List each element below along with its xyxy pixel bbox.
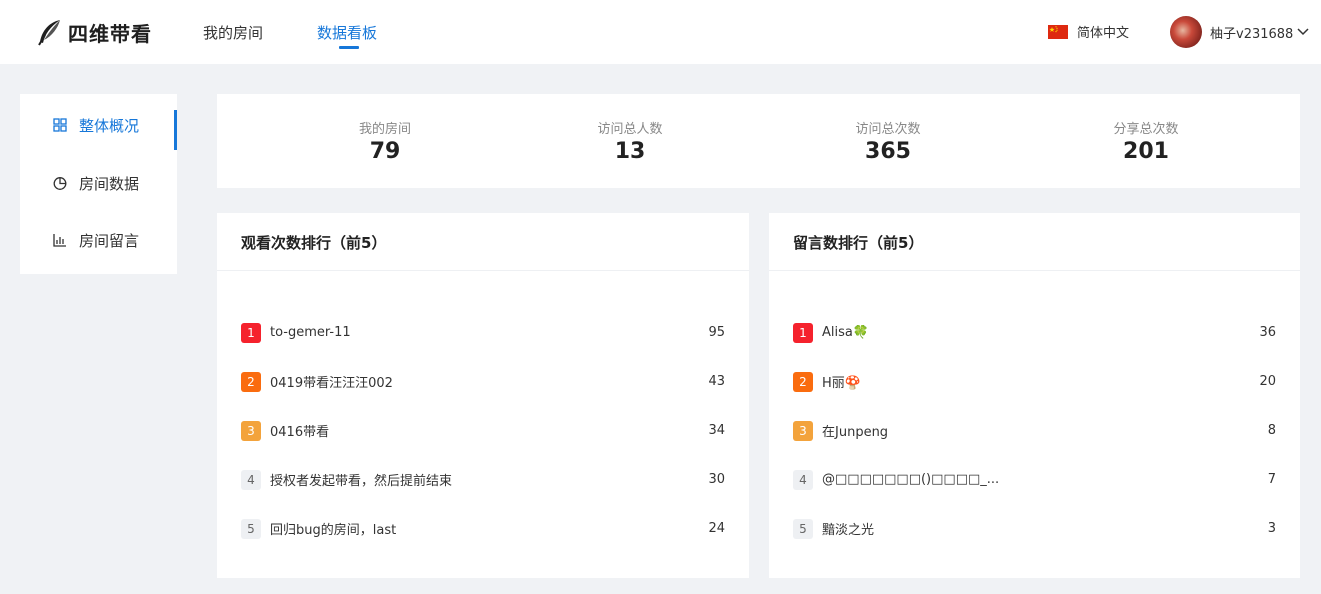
stat-my-rooms: 我的房间 79 xyxy=(305,118,465,164)
rank-badge: 3 xyxy=(793,420,813,441)
rank-badge: 1 xyxy=(793,322,813,343)
rank-badge: 4 xyxy=(241,469,261,490)
feather-logo-icon xyxy=(36,18,66,46)
view-count: 43 xyxy=(708,374,725,389)
sidebar-item-room-comments[interactable]: 房间留言 xyxy=(20,215,177,265)
list-item[interactable]: 1 Alisa🍀 36 xyxy=(769,308,1300,357)
stat-label: 分享总次数 xyxy=(1113,122,1179,137)
user-name: 柚子v231688 xyxy=(1210,26,1294,42)
pie-chart-icon xyxy=(53,176,67,190)
stat-total-visitors: 访问总人数 13 xyxy=(550,118,710,164)
nav-my-rooms[interactable]: 我的房间 xyxy=(203,22,263,43)
view-count: 30 xyxy=(708,472,725,487)
language-selector[interactable]: 简体中文 xyxy=(1048,22,1129,41)
stat-label: 访问总次数 xyxy=(855,122,921,137)
rank-badge: 4 xyxy=(793,469,813,490)
user-name: H丽🍄 xyxy=(822,376,861,391)
user-menu[interactable]: 柚子v231688 xyxy=(1170,16,1309,48)
bar-chart-icon xyxy=(53,233,67,247)
user-name: @□□□□□□□()□□□□_... xyxy=(822,472,1000,487)
user-name: Alisa🍀 xyxy=(822,325,870,340)
language-label: 简体中文 xyxy=(1077,26,1130,41)
list-item[interactable]: 3 0416带看 34 xyxy=(217,406,749,455)
view-count: 95 xyxy=(708,325,725,340)
nav-active-indicator xyxy=(339,46,359,49)
rank-badge: 5 xyxy=(241,518,261,539)
rank-badge: 2 xyxy=(241,371,261,392)
chevron-down-icon xyxy=(1297,25,1309,39)
top-header: 四维带看 我的房间 数据看板 简体中文 柚子v231688 xyxy=(0,0,1321,64)
list-item[interactable]: 4 @□□□□□□□()□□□□_... 7 xyxy=(769,455,1300,504)
stats-summary-card: 我的房间 79 访问总人数 13 访问总次数 365 分享总次数 201 xyxy=(217,94,1300,188)
rank-badge: 5 xyxy=(793,518,813,539)
room-name: 授权者发起带看，然后提前结束 xyxy=(270,474,453,489)
sidebar-item-overview[interactable]: 整体概况 xyxy=(20,100,177,150)
list-item[interactable]: 4 授权者发起带看，然后提前结束 30 xyxy=(217,455,749,504)
sidebar: 整体概况 房间数据 房间留言 xyxy=(20,94,177,274)
sidebar-item-label: 房间数据 xyxy=(79,174,140,193)
view-count: 24 xyxy=(708,521,725,536)
comment-count: 7 xyxy=(1267,472,1276,487)
nav-data-dashboard[interactable]: 数据看板 xyxy=(317,22,377,43)
stat-value: 365 xyxy=(865,139,911,164)
stat-label: 我的房间 xyxy=(358,122,411,137)
sidebar-item-label: 房间留言 xyxy=(79,231,140,250)
comments-ranking-card: 留言数排行（前5） 1 Alisa🍀 36 2 H丽🍄 20 3 在Junpen… xyxy=(769,213,1300,578)
grid-icon xyxy=(53,118,67,132)
comment-count: 36 xyxy=(1259,325,1276,340)
logo[interactable]: 四维带看 xyxy=(36,18,152,46)
stat-label: 访问总人数 xyxy=(597,122,663,137)
user-name: 黯淡之光 xyxy=(822,523,875,538)
views-ranking-card: 观看次数排行（前5） 1 to-gemer-11 95 2 0419带看汪汪汪0… xyxy=(217,213,749,578)
stat-value: 79 xyxy=(369,139,401,164)
comment-count: 3 xyxy=(1267,521,1276,536)
comment-count: 20 xyxy=(1259,374,1276,389)
list-item[interactable]: 5 黯淡之光 3 xyxy=(769,504,1300,553)
card-title: 观看次数排行（前5） xyxy=(217,213,749,271)
avatar xyxy=(1170,16,1202,48)
sidebar-item-label: 整体概况 xyxy=(79,116,140,135)
logo-text: 四维带看 xyxy=(68,21,152,46)
room-name: 0419带看汪汪汪002 xyxy=(270,376,393,391)
rank-badge: 3 xyxy=(241,420,261,441)
rank-badge: 1 xyxy=(241,322,261,343)
rank-list: 1 to-gemer-11 95 2 0419带看汪汪汪002 43 3 041… xyxy=(217,271,749,553)
sidebar-item-room-data[interactable]: 房间数据 xyxy=(20,158,177,208)
card-title: 留言数排行（前5） xyxy=(769,213,1300,271)
comment-count: 8 xyxy=(1267,423,1276,438)
room-name: to-gemer-11 xyxy=(270,325,351,340)
user-name: 在Junpeng xyxy=(822,425,889,440)
list-item[interactable]: 2 H丽🍄 20 xyxy=(769,357,1300,406)
stat-value: 13 xyxy=(614,139,646,164)
list-item[interactable]: 3 在Junpeng 8 xyxy=(769,406,1300,455)
room-name: 回归bug的房间，last xyxy=(270,523,397,538)
list-item[interactable]: 2 0419带看汪汪汪002 43 xyxy=(217,357,749,406)
rank-badge: 2 xyxy=(793,371,813,392)
room-name: 0416带看 xyxy=(270,425,330,440)
stat-value: 201 xyxy=(1123,139,1169,164)
list-item[interactable]: 1 to-gemer-11 95 xyxy=(217,308,749,357)
china-flag-icon xyxy=(1048,24,1068,39)
stat-total-visits: 访问总次数 365 xyxy=(808,118,968,164)
list-item[interactable]: 5 回归bug的房间，last 24 xyxy=(217,504,749,553)
rank-list: 1 Alisa🍀 36 2 H丽🍄 20 3 在Junpeng 8 4 @□□□… xyxy=(769,271,1300,553)
stat-total-shares: 分享总次数 201 xyxy=(1066,118,1226,164)
view-count: 34 xyxy=(708,423,725,438)
